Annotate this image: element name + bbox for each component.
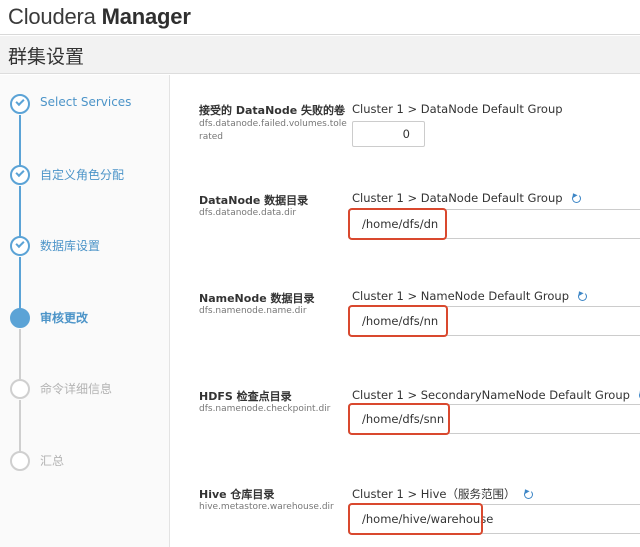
group-label: Cluster 1 > DataNode Default Group [352,102,563,116]
group-label: Cluster 1 > DataNode Default Group [352,191,563,205]
field-group-hive-warehouse: Cluster 1 > Hive（服务范围） [352,486,534,502]
brand-name-bold: Manager [101,4,191,29]
step-role-assignment[interactable]: 自定义角色分配 [9,165,169,189]
undo-icon[interactable] [578,292,588,301]
step-label: 数据库设置 [40,239,101,253]
field-label-datanode-dir: DataNode 数据目录 [199,194,309,207]
page-title: 群集设置 [8,46,85,68]
field-group-datanode-dir: Cluster 1 > DataNode Default Group [352,191,581,205]
top-brand-bar: Cloudera Manager [0,0,640,35]
brand-name-light: Cloudera [8,4,96,29]
field-label-checkpoint-dir: HDFS 检查点目录 [199,390,292,403]
settings-panel: 接受的 DataNode 失败的卷 dfs.datanode.failed.vo… [171,75,640,547]
step-label: 自定义角色分配 [40,168,125,182]
step-label: Select Services [40,95,132,109]
step-complete-indicator [10,94,30,114]
field-group-namenode-dir: Cluster 1 > NameNode Default Group [352,289,588,303]
step-complete-indicator [10,236,30,256]
field-label-failed-volumes: 接受的 DataNode 失败的卷 [199,104,345,117]
wizard-steps-sidebar: Select Services 自定义角色分配 数据库设置 审核更改 命令详细信… [0,75,170,547]
field-group-failed-volumes: Cluster 1 > DataNode Default Group [352,102,563,116]
field-group-checkpoint-dir: Cluster 1 > SecondaryNameNode Default Gr… [352,388,640,402]
step-complete-indicator [10,165,30,185]
step-pending-indicator [10,379,30,399]
brand-logo[interactable]: Cloudera Manager [8,4,191,30]
step-pending-indicator [10,451,30,471]
field-key-hive-warehouse: hive.metastore.warehouse.dir [199,502,334,512]
step-summary: 汇总 [9,451,169,475]
step-review-changes[interactable]: 审核更改 [9,308,169,332]
undo-icon[interactable] [524,490,534,499]
hive-warehouse-input[interactable]: /home/hive/warehouse [348,504,640,534]
undo-icon[interactable] [571,194,581,203]
step-label: 汇总 [40,454,65,468]
group-label: Cluster 1 > Hive（服务范围） [352,487,516,501]
step-command-details: 命令详细信息 [9,379,169,403]
group-label: Cluster 1 > NameNode Default Group [352,289,570,303]
failed-volumes-input[interactable]: 0 [352,121,425,147]
field-key-failed-volumes: dfs.datanode.failed.volumes.tolerated [199,119,347,142]
step-label: 命令详细信息 [40,382,113,396]
page-header: 群集设置 [0,36,640,74]
group-label: Cluster 1 > SecondaryNameNode Default Gr… [352,388,630,402]
check-icon [15,96,25,107]
namenode-dir-input[interactable]: /home/dfs/nn [348,306,640,336]
step-current-indicator [10,308,30,328]
datanode-dir-input[interactable]: /home/dfs/dn [348,209,640,239]
field-key-namenode-dir: dfs.namenode.name.dir [199,306,307,316]
step-select-services[interactable]: Select Services [9,94,169,118]
field-label-hive-warehouse: Hive 仓库目录 [199,488,275,501]
checkpoint-dir-input[interactable]: /home/dfs/snn [348,404,640,434]
check-icon [15,238,25,249]
step-label: 审核更改 [40,311,89,325]
field-label-namenode-dir: NameNode 数据目录 [199,292,315,305]
check-icon [15,167,25,178]
field-key-datanode-dir: dfs.datanode.data.dir [199,208,297,218]
field-key-checkpoint-dir: dfs.namenode.checkpoint.dir [199,404,331,414]
step-database-setup[interactable]: 数据库设置 [9,236,169,260]
